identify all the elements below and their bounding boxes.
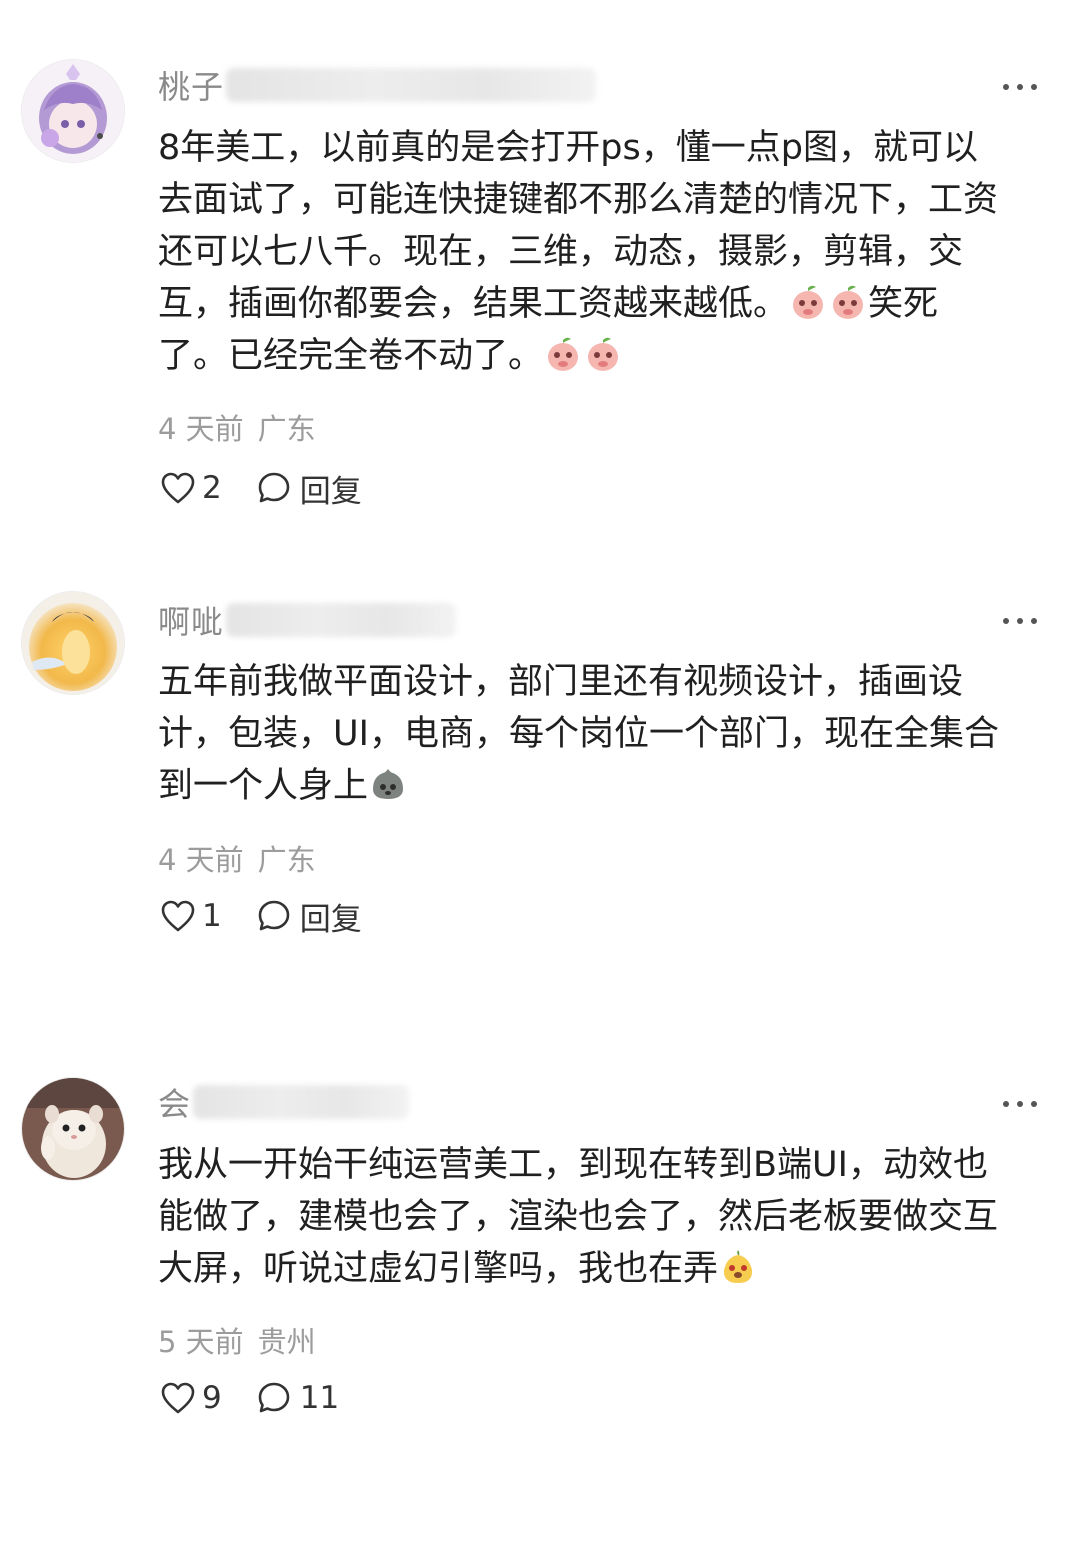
comment-meta: 4 天前 广东 xyxy=(158,837,316,879)
username-row[interactable]: 会 xyxy=(158,1079,410,1125)
comment-meta: 4 天前 广东 xyxy=(158,406,316,448)
more-dots-icon xyxy=(1003,618,1037,624)
comment-location: 贵州 xyxy=(257,1325,316,1359)
like-count: 2 xyxy=(202,470,222,506)
more-dots-icon xyxy=(1003,84,1037,90)
peach-face-emoji xyxy=(584,335,622,373)
comment-line: 计，包装，UI，电商，每个岗位一个部门，现在全集合 xyxy=(158,714,999,754)
reply-button[interactable]: 回复 xyxy=(256,894,362,939)
like-button[interactable]: 1 xyxy=(160,898,222,934)
peach-face-emoji xyxy=(544,335,582,373)
comment-line: 我从一开始干纯运营美工，到现在转到B端UI，动效也 xyxy=(158,1145,988,1185)
comment-meta: 5 天前 贵州 xyxy=(158,1319,316,1361)
comment-time: 4 天前 xyxy=(158,412,244,446)
comment-line: 去面试了，可能连快捷键都不那么清楚的情况下，工资 xyxy=(158,180,999,220)
comment-actions: 1 回复 xyxy=(160,894,362,938)
comment-line: 还可以七八千。现在，三维，动态，摄影，剪辑，交 xyxy=(158,232,964,272)
username[interactable]: 桃子 xyxy=(158,62,224,108)
comment-line: 五年前我做平面设计，部门里还有视频设计，插画设 xyxy=(158,662,964,702)
avatar[interactable] xyxy=(22,1078,124,1180)
more-options-button[interactable] xyxy=(990,606,1050,636)
heart-icon xyxy=(161,472,195,504)
peach-face-emoji xyxy=(829,283,867,321)
more-dots-icon xyxy=(1003,1101,1037,1107)
reply-button[interactable]: 11 xyxy=(256,1380,339,1416)
avatar[interactable] xyxy=(22,592,124,694)
avatar[interactable] xyxy=(22,60,124,162)
like-count: 9 xyxy=(202,1380,222,1416)
reply-label: 回复 xyxy=(299,473,362,510)
comment-body: 我从一开始干纯运营美工，到现在转到B端UI，动效也 能做了，建模也会了，渲染也会… xyxy=(158,1139,1048,1295)
comment-actions: 9 11 xyxy=(160,1376,339,1420)
comment-line: 互，插画你都要会，结果工资越来越低。 xyxy=(158,284,789,324)
peach-face-emoji xyxy=(789,283,827,321)
reply-count: 11 xyxy=(299,1380,340,1416)
inline-text: 笑死 xyxy=(868,284,939,324)
comment-body: 五年前我做平面设计，部门里还有视频设计，插画设 计，包装，UI，电商，每个岗位一… xyxy=(158,656,1048,812)
more-options-button[interactable] xyxy=(990,1089,1050,1119)
comment-line: 大屏，听说过虚幻引擎吗，我也在弄 xyxy=(158,1249,719,1289)
username-blurred-part xyxy=(226,68,597,102)
comment-location: 广东 xyxy=(257,412,316,446)
comment-time: 5 天前 xyxy=(158,1325,244,1359)
comment-line: 到一个人身上 xyxy=(158,766,369,806)
username-row[interactable]: 桃子 xyxy=(158,62,597,108)
yellow-pear-emoji xyxy=(719,1248,757,1286)
like-count: 1 xyxy=(202,898,222,934)
username-blurred-part xyxy=(193,1085,410,1119)
like-button[interactable]: 9 xyxy=(160,1380,222,1416)
comment-time: 4 天前 xyxy=(158,843,244,877)
username-blurred-part xyxy=(226,603,457,637)
like-button[interactable]: 2 xyxy=(160,470,222,506)
comment-line: 能做了，建模也会了，渲染也会了，然后老板要做交互 xyxy=(158,1197,999,1237)
comment-line: 8年美工，以前真的是会打开ps，懂一点p图，就可以 xyxy=(158,128,978,168)
reply-label: 回复 xyxy=(299,901,362,938)
speech-bubble-icon xyxy=(258,472,290,503)
username-row[interactable]: 啊呲 xyxy=(158,597,457,643)
reply-button[interactable]: 回复 xyxy=(256,466,362,511)
username[interactable]: 会 xyxy=(158,1079,191,1125)
username[interactable]: 啊呲 xyxy=(158,597,224,643)
comment-line: 了。已经完全卷不动了。 xyxy=(158,336,544,376)
comment-body: 8年美工，以前真的是会打开ps，懂一点p图，就可以 去面试了，可能连快捷键都不那… xyxy=(158,122,1048,382)
speech-bubble-icon xyxy=(258,900,290,931)
comment-location: 广东 xyxy=(257,843,316,877)
comment-actions: 2 回复 xyxy=(160,466,362,510)
more-options-button[interactable] xyxy=(990,72,1050,102)
gray-blob-emoji xyxy=(369,765,407,803)
heart-icon xyxy=(161,1382,195,1414)
speech-bubble-icon xyxy=(258,1382,290,1413)
heart-icon xyxy=(161,900,195,932)
